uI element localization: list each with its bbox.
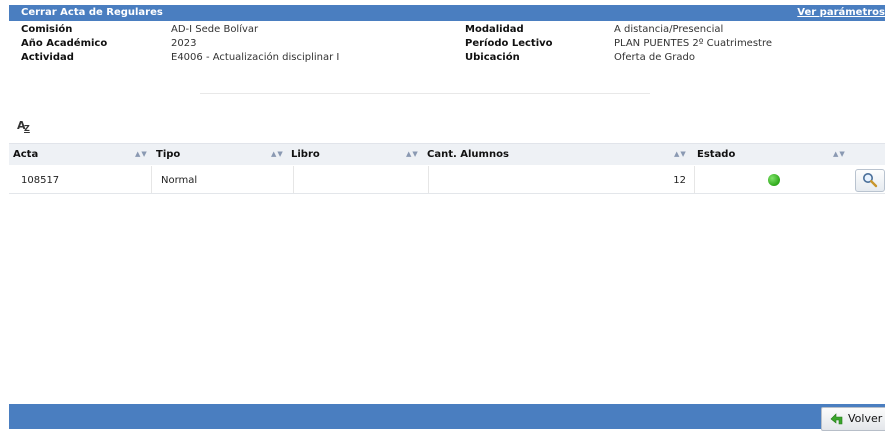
cell-libro (293, 166, 429, 193)
col-header-estado[interactable]: Estado (697, 149, 735, 160)
periodo-lectivo-value: PLAN PUENTES 2º Cuatrimestre (614, 38, 773, 49)
page-footer (9, 404, 885, 429)
col-header-cant-alumnos[interactable]: Cant. Alumnos (427, 149, 509, 160)
modalidad-label: Modalidad (465, 24, 524, 35)
comision-label: Comisión (21, 24, 73, 35)
col-header-libro[interactable]: Libro (291, 149, 320, 160)
sort-arrows-icon[interactable]: ▲▼ (406, 150, 419, 158)
ubicacion-label: Ubicación (465, 52, 520, 63)
sort-arrows-icon[interactable]: ▲▼ (833, 150, 846, 158)
actividad-label: Actividad (21, 52, 74, 63)
divider (200, 93, 650, 94)
table-row[interactable]: 108517 Normal 12 (9, 166, 885, 194)
sort-arrows-icon[interactable]: ▲▼ (674, 150, 687, 158)
volver-label: Volver (848, 412, 883, 425)
view-acta-button[interactable] (855, 169, 885, 192)
table-header: Acta ▲▼ Tipo ▲▼ Libro ▲▼ Cant. Alumnos ▲… (9, 143, 885, 165)
anio-academico-label: Año Académico (21, 38, 108, 49)
ubicacion-value: Oferta de Grado (614, 52, 696, 63)
volver-button[interactable]: Volver (821, 407, 885, 431)
page-header: Cerrar Acta de Regulares Ver parámetros (9, 5, 885, 21)
col-header-acta[interactable]: Acta (13, 149, 38, 160)
info-panel: Comisión AD-I Sede Bolívar Año Académico… (9, 21, 885, 93)
green-arrow-icon (830, 413, 843, 425)
modalidad-value: A distancia/Presencial (614, 24, 724, 35)
periodo-lectivo-label: Período Lectivo (465, 38, 553, 49)
status-indicator-icon (768, 174, 780, 186)
magnifier-icon (863, 173, 878, 188)
actividad-value: E4006 - Actualización disciplinar I (171, 52, 340, 63)
sort-az-icon[interactable]: AZ (17, 119, 33, 135)
sort-arrows-icon[interactable]: ▲▼ (135, 150, 148, 158)
cell-cant-alumnos: 12 (428, 166, 695, 193)
anio-academico-value: 2023 (171, 38, 197, 49)
sort-arrows-icon[interactable]: ▲▼ (271, 150, 284, 158)
ver-parametros-link[interactable]: Ver parámetros (797, 7, 885, 18)
page-title: Cerrar Acta de Regulares (21, 7, 163, 18)
cell-tipo: Normal (151, 166, 294, 193)
cell-acta: 108517 (9, 166, 152, 193)
comision-value: AD-I Sede Bolívar (171, 24, 259, 35)
col-header-tipo[interactable]: Tipo (156, 149, 180, 160)
